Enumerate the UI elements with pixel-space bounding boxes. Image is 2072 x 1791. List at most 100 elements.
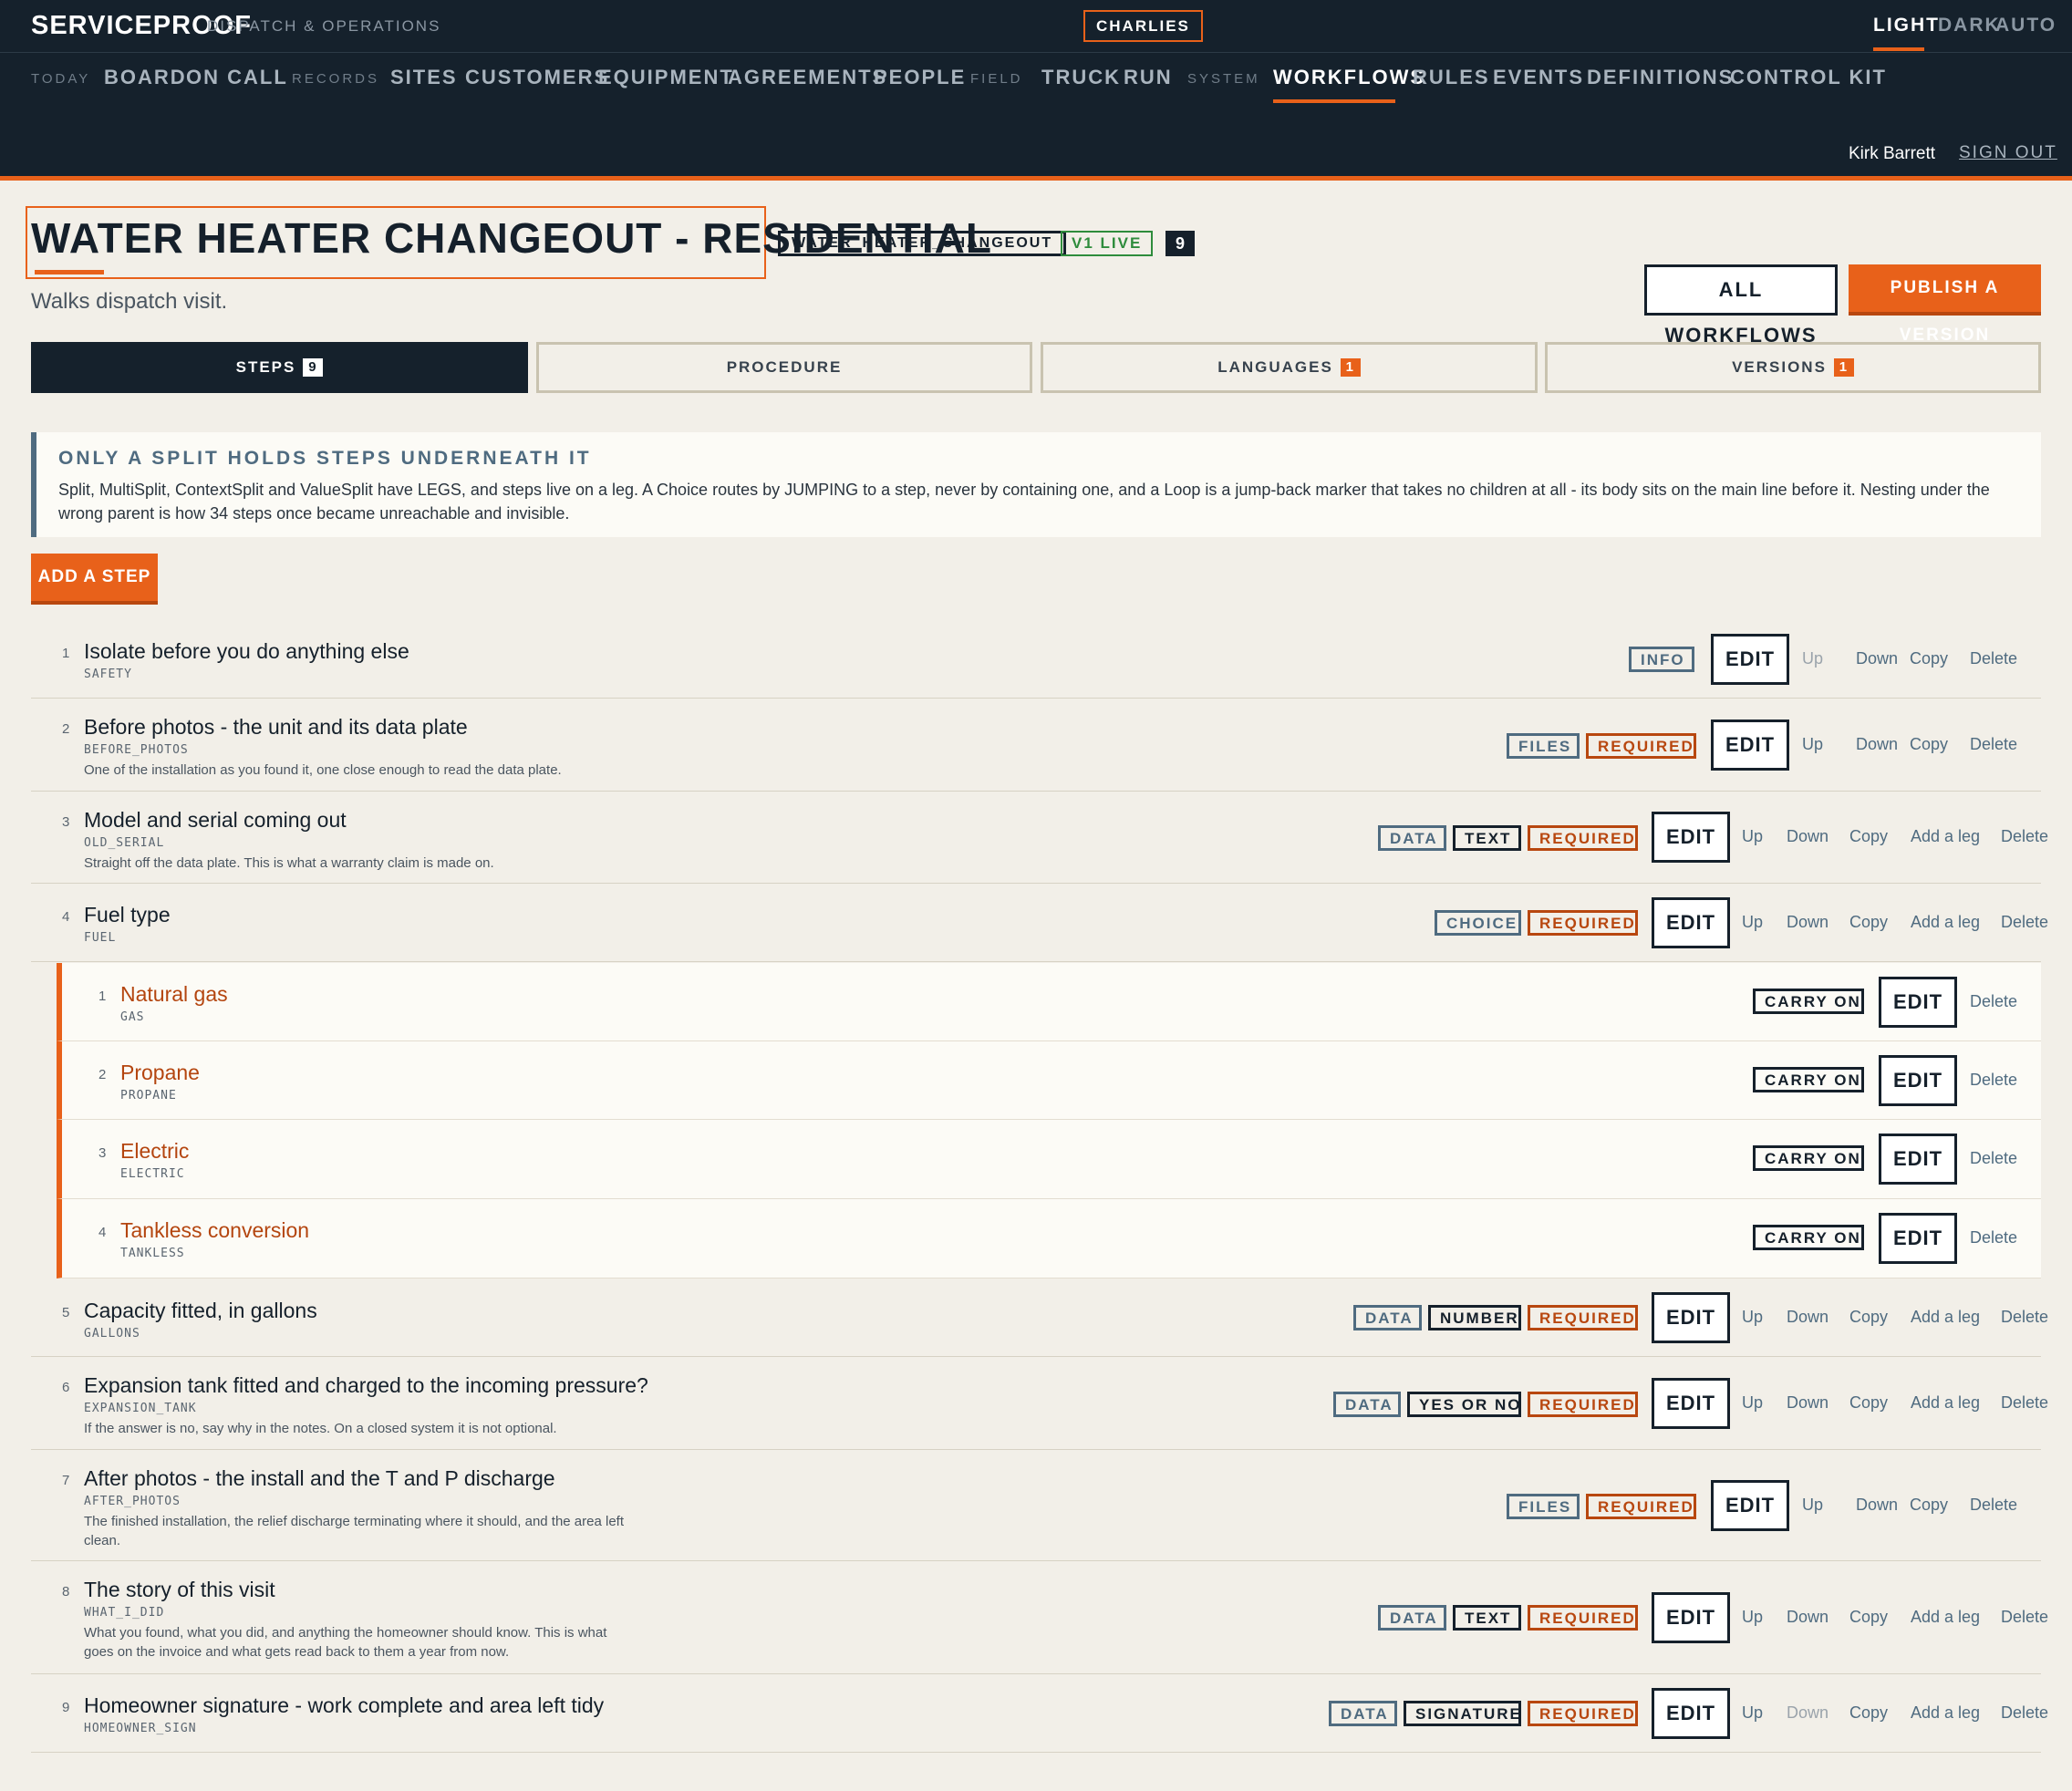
edit-leg-button[interactable]: EDIT [1879,1213,1957,1264]
copy-step-link[interactable]: Copy [1849,1703,1888,1723]
publish-version-button[interactable]: PUBLISH A VERSION [1849,264,2041,345]
step-title[interactable]: Isolate before you do anything else [84,639,409,664]
delete-leg-link[interactable]: Delete [1970,1149,2017,1168]
copy-step-link[interactable]: Copy [1849,913,1888,932]
move-down-link[interactable]: Down [1856,735,1898,754]
step-title[interactable]: Model and serial coming out [84,808,347,833]
edit-step-button[interactable]: EDIT [1652,1688,1730,1739]
move-down-link[interactable]: Down [1787,913,1829,932]
delete-leg-link[interactable]: Delete [1970,1071,2017,1090]
nav-people[interactable]: PEOPLE [874,66,966,89]
add-leg-link[interactable]: Add a leg [1911,827,1980,846]
move-up-link[interactable]: Up [1742,1608,1763,1627]
move-down-link[interactable]: Down [1856,649,1898,668]
add-leg-link[interactable]: Add a leg [1911,913,1980,932]
copy-step-link[interactable]: Copy [1910,649,1948,668]
leg-title[interactable]: Natural gas [120,982,228,1007]
nav-equipment[interactable]: EQUIPMENT [598,66,734,89]
delete-step-link[interactable]: Delete [2001,1703,2048,1723]
add-leg-link[interactable]: Add a leg [1911,1393,1980,1413]
nav-agreements[interactable]: AGREEMENTS [728,66,887,89]
edit-step-button[interactable]: EDIT [1652,1592,1730,1643]
leg-title[interactable]: Propane [120,1061,200,1085]
add-step-button[interactable]: ADD A STEP [31,554,158,605]
nav-board[interactable]: BOARD [104,66,187,89]
move-up-link[interactable]: Up [1742,827,1763,846]
theme-light[interactable]: LIGHT [1873,15,1940,36]
copy-step-link[interactable]: Copy [1849,1608,1888,1627]
copy-step-link[interactable]: Copy [1910,1496,1948,1515]
delete-step-link[interactable]: Delete [2001,1308,2048,1327]
nav-customers[interactable]: CUSTOMERS [465,66,609,89]
leg-title[interactable]: Electric [120,1139,189,1164]
step-title[interactable]: Before photos - the unit and its data pl… [84,715,468,740]
delete-step-link[interactable]: Delete [1970,735,2017,754]
delete-step-link[interactable]: Delete [2001,1608,2048,1627]
tab-procedure[interactable]: PROCEDURE [536,342,1032,393]
step-title[interactable]: Homeowner signature - work complete and … [84,1693,604,1718]
edit-leg-button[interactable]: EDIT [1879,1055,1957,1106]
tab-steps[interactable]: STEPS 9 [31,342,528,393]
step-title[interactable]: The story of this visit [84,1578,275,1602]
copy-step-link[interactable]: Copy [1849,1393,1888,1413]
move-up-link[interactable]: Up [1742,1703,1763,1723]
add-leg-link[interactable]: Add a leg [1911,1703,1980,1723]
sign-out-link[interactable]: SIGN OUT [1959,143,2057,163]
move-up-link[interactable]: Up [1742,1308,1763,1327]
copy-step-link[interactable]: Copy [1910,735,1948,754]
delete-step-link[interactable]: Delete [1970,649,2017,668]
nav-definitions[interactable]: DEFINITIONS [1587,66,1734,89]
add-leg-link[interactable]: Add a leg [1911,1608,1980,1627]
move-down-link[interactable]: Down [1787,1608,1829,1627]
nav-control-kit[interactable]: CONTROL KIT [1730,66,1887,89]
step-title[interactable]: After photos - the install and the T and… [84,1466,555,1491]
add-leg-link[interactable]: Add a leg [1911,1308,1980,1327]
delete-step-link[interactable]: Delete [2001,913,2048,932]
move-up-link[interactable]: Up [1802,1496,1823,1515]
nav-sites[interactable]: SITES [390,66,458,89]
step-title[interactable]: Expansion tank fitted and charged to the… [84,1373,648,1398]
theme-dark[interactable]: DARK [1938,15,2001,36]
move-down-link[interactable]: Down [1787,1703,1829,1723]
delete-step-link[interactable]: Delete [1970,1496,2017,1515]
move-down-link[interactable]: Down [1787,1393,1829,1413]
nav-workflows[interactable]: WORKFLOWS [1273,66,1425,89]
edit-step-button[interactable]: EDIT [1711,720,1789,771]
theme-auto[interactable]: AUTO [1995,15,2056,36]
edit-step-button[interactable]: EDIT [1652,1378,1730,1429]
leg-title[interactable]: Tankless conversion [120,1218,309,1243]
copy-step-link[interactable]: Copy [1849,827,1888,846]
edit-step-button[interactable]: EDIT [1652,897,1730,948]
tab-versions[interactable]: VERSIONS 1 [1545,342,2041,393]
step-title[interactable]: Fuel type [84,903,171,927]
move-down-link[interactable]: Down [1787,827,1829,846]
nav-events[interactable]: EVENTS [1493,66,1584,89]
all-workflows-button[interactable]: ALL WORKFLOWS [1644,264,1838,347]
edit-leg-button[interactable]: EDIT [1879,1134,1957,1185]
nav-run[interactable]: RUN [1124,66,1173,89]
move-up-link[interactable]: Up [1802,649,1823,668]
delete-leg-link[interactable]: Delete [1970,1228,2017,1247]
edit-step-button[interactable]: EDIT [1652,1292,1730,1343]
step-title[interactable]: Capacity fitted, in gallons [84,1299,317,1323]
move-up-link[interactable]: Up [1742,913,1763,932]
copy-step-link[interactable]: Copy [1849,1308,1888,1327]
move-up-link[interactable]: Up [1802,735,1823,754]
tab-languages[interactable]: LANGUAGES 1 [1041,342,1538,393]
edit-step-button[interactable]: EDIT [1652,812,1730,863]
tenant-badge[interactable]: CHARLIES [1083,10,1203,42]
move-up-link[interactable]: Up [1742,1393,1763,1413]
nav-truck[interactable]: TRUCK [1041,66,1121,89]
edit-step-button[interactable]: EDIT [1711,1480,1789,1531]
move-down-link[interactable]: Down [1856,1496,1898,1515]
nav-rules[interactable]: RULES [1413,66,1490,89]
delete-leg-link[interactable]: Delete [1970,992,2017,1011]
delete-step-link[interactable]: Delete [2001,827,2048,846]
nav-on-call[interactable]: ON CALL [186,66,288,89]
edit-leg-button[interactable]: EDIT [1879,977,1957,1028]
delete-step-link[interactable]: Delete [2001,1393,2048,1413]
move-down-link[interactable]: Down [1787,1308,1829,1327]
workflow-key-chip: WATER_HEATER_CHANGEOUT [778,231,1067,256]
step-row-gallons: 5 Capacity fitted, in gallons GALLONS DA… [31,1279,2048,1357]
edit-step-button[interactable]: EDIT [1711,634,1789,685]
